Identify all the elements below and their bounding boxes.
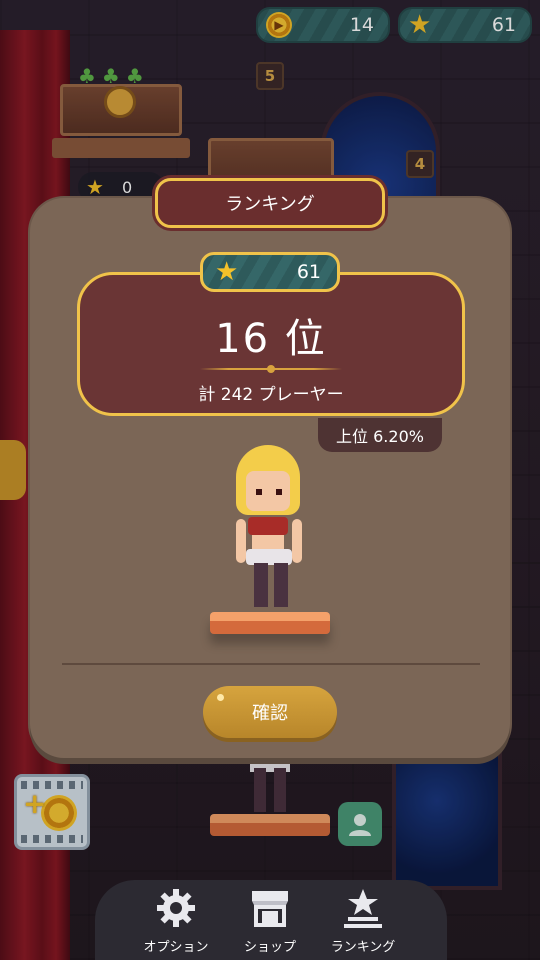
character-eye [256, 489, 262, 495]
character-eye [276, 489, 282, 495]
rank-star-value: 61 [296, 261, 321, 283]
modal-title: ランキング [155, 178, 385, 228]
player-character [228, 445, 312, 615]
confirm-label: 確認 [252, 703, 288, 724]
nav-ranking[interactable]: ランキング [318, 886, 408, 960]
nav-shop[interactable]: ショップ [225, 886, 315, 960]
star-icon: ★ [215, 257, 239, 287]
gear-icon [154, 886, 198, 930]
character-leg [274, 563, 288, 607]
character-arm [236, 519, 246, 563]
character-pedestal [210, 612, 330, 634]
percentile-badge: 上位 6.20% [318, 418, 442, 452]
character-arm [292, 519, 302, 563]
nav-shop-label: ショップ [243, 940, 296, 955]
confirm-button[interactable]: 確認 [203, 686, 337, 738]
character-leg [254, 563, 268, 607]
button-glint [217, 694, 224, 701]
modal-divider [62, 663, 480, 665]
rank-position: 16 位 [215, 316, 327, 362]
total-players: 計 242 プレーヤー [198, 385, 344, 405]
ranking-icon [341, 886, 385, 930]
character-face [246, 471, 290, 511]
shop-icon [248, 886, 292, 930]
nav-options-label: オプション [143, 940, 209, 955]
rank-star-count: ★ 61 [200, 252, 340, 292]
nav-options[interactable]: オプション [131, 886, 221, 960]
nav-ranking-label: ランキング [330, 940, 396, 955]
rank-divider [200, 365, 342, 373]
character-top [248, 517, 288, 535]
